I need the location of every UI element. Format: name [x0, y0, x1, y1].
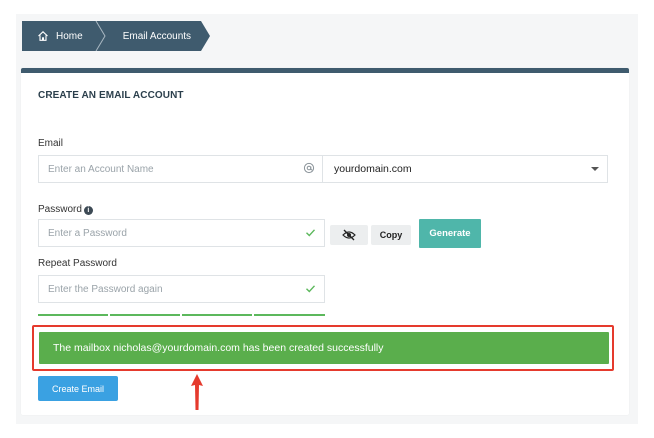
breadcrumb-current-label: Email Accounts: [122, 30, 192, 42]
breadcrumb-home-label: Home: [56, 30, 83, 42]
success-alert-message: The mailbox nicholas@yourdomain.com has …: [53, 342, 384, 354]
password-placeholder: Enter a Password: [48, 227, 127, 239]
breadcrumb-separator-icon: [94, 21, 107, 51]
domain-select[interactable]: yourdomain.com: [322, 155, 608, 183]
password-label-text: Password: [38, 204, 82, 215]
generate-password-button[interactable]: Generate: [419, 219, 481, 248]
home-icon: [38, 31, 48, 41]
password-strength-segment: [38, 314, 108, 316]
email-label: Email: [38, 138, 64, 149]
breadcrumb-email-accounts[interactable]: Email Accounts: [106, 21, 202, 51]
success-alert: The mailbox nicholas@yourdomain.com has …: [39, 332, 609, 364]
repeat-password-input[interactable]: Enter the Password again: [38, 275, 325, 303]
check-icon: [306, 229, 316, 237]
create-email-button[interactable]: Create Email: [38, 376, 118, 401]
repeat-password-placeholder: Enter the Password again: [48, 283, 163, 295]
red-arrow-annotation: [191, 374, 203, 410]
breadcrumb-home[interactable]: Home: [22, 21, 95, 51]
copy-password-button[interactable]: Copy: [371, 225, 411, 245]
check-icon: [306, 285, 316, 293]
password-input[interactable]: Enter a Password: [38, 219, 325, 247]
password-strength-segment: [254, 314, 325, 316]
domain-select-value: yourdomain.com: [334, 163, 412, 175]
chevron-down-icon: [591, 167, 599, 171]
repeat-password-label: Repeat Password: [38, 258, 117, 269]
info-icon[interactable]: i: [83, 206, 93, 215]
password-strength-segment: [110, 314, 180, 316]
eye-slash-icon: [342, 229, 356, 241]
at-sign-icon: [303, 162, 315, 174]
email-placeholder: Enter an Account Name: [48, 163, 154, 175]
password-label: Password i: [38, 204, 93, 215]
create-email-card: CREATE AN EMAIL ACCOUNT Email Enter an A…: [21, 68, 629, 415]
card-title: CREATE AN EMAIL ACCOUNT: [38, 90, 184, 101]
breadcrumb: Home Email Accounts: [22, 21, 211, 51]
password-strength-segment: [182, 314, 252, 316]
email-account-input[interactable]: Enter an Account Name: [38, 155, 323, 183]
breadcrumb-end-arrow: [201, 21, 211, 51]
toggle-password-visibility-button[interactable]: [330, 225, 368, 245]
